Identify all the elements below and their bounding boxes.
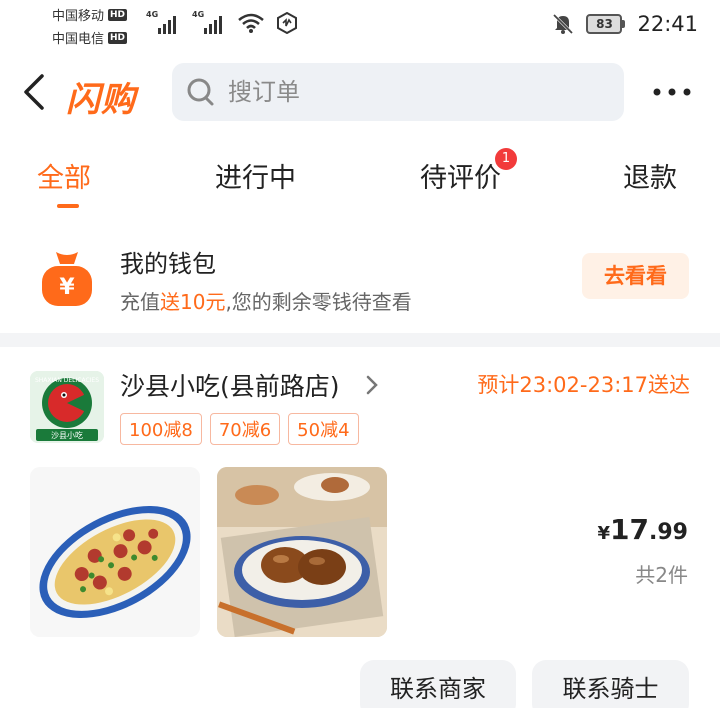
- money-bag-icon: ¥: [42, 252, 92, 306]
- price-currency: ¥: [597, 523, 611, 544]
- battery-level: 83: [586, 14, 623, 34]
- header: 闪购: [0, 60, 720, 124]
- carrier-1: 中国移动 HD: [52, 5, 128, 24]
- wallet-sub-prefix: 充值: [120, 290, 160, 314]
- signal-strength-icon: 4G: [192, 10, 226, 34]
- wallet-subtitle: 充值送10元,您的剩余零钱待查看: [120, 286, 412, 315]
- search-bar[interactable]: [172, 63, 624, 121]
- food-image-braised-egg[interactable]: [217, 467, 387, 637]
- coupon-tag: 50减4: [288, 413, 359, 445]
- order-card[interactable]: SHAXIAN DELICACIES 沙县小吃 沙县小吃(县前路店) 预计23:…: [0, 347, 720, 708]
- bell-muted-icon: [553, 13, 574, 35]
- wallet-sub-suffix: ,您的剩余零钱待查看: [225, 290, 412, 314]
- coupon-tag: 100减8: [120, 413, 202, 445]
- search-icon: [187, 78, 214, 106]
- tab-to-review[interactable]: 待评价: [420, 156, 501, 195]
- wifi-icon: [238, 13, 264, 33]
- battery-icon: 83: [586, 14, 626, 34]
- wallet-view-button[interactable]: 去看看: [582, 253, 689, 299]
- more-icon[interactable]: [650, 80, 694, 104]
- carrier-1-name: 中国移动: [52, 9, 105, 24]
- hd-badge: HD: [108, 8, 128, 21]
- network-type-label: 4G: [192, 10, 205, 19]
- coupon-tag: 70减6: [209, 413, 281, 445]
- app-logo: 闪购: [66, 80, 136, 120]
- wallet-icon-symbol: ¥: [59, 275, 75, 300]
- shop-logo-arc-text: SHAXIAN DELICACIES: [35, 377, 99, 384]
- order-price: ¥17.99: [598, 513, 688, 546]
- price-integer: 17: [610, 513, 650, 546]
- to-review-badge: 1: [495, 148, 517, 170]
- tab-in-progress[interactable]: 进行中: [215, 156, 296, 195]
- back-arrow-icon[interactable]: [20, 72, 50, 112]
- wallet-sub-highlight: 送10元: [160, 290, 226, 314]
- wallet-title: 我的钱包: [120, 250, 216, 278]
- network-type-label: 4G: [146, 10, 159, 19]
- section-divider: [0, 333, 720, 347]
- signal-group: 4G 4G: [146, 10, 298, 34]
- food-image-fried-rice[interactable]: [30, 467, 200, 637]
- contact-shop-button[interactable]: 联系商家: [360, 660, 516, 708]
- active-tab-indicator: [57, 204, 79, 208]
- carrier-2-name: 中国电信: [52, 32, 105, 47]
- price-decimal: .99: [649, 520, 688, 545]
- tab-all[interactable]: 全部: [37, 156, 91, 195]
- shop-name[interactable]: 沙县小吃(县前路店): [120, 367, 340, 403]
- shop-logo-text: 沙县小吃: [51, 430, 83, 440]
- nfc-icon: [277, 12, 297, 34]
- status-bar: 中国移动 HD 中国电信 HD 4G 4G 83 22:41: [0, 0, 720, 50]
- contact-rider-button[interactable]: 联系骑士: [532, 660, 689, 708]
- coupon-list: 100减8 70减6 50减4: [120, 413, 359, 445]
- order-tabs: 全部 进行中 待评价 退款: [0, 152, 720, 212]
- delivery-eta: 预计23:02-23:17送达: [477, 373, 690, 397]
- shop-logo: SHAXIAN DELICACIES 沙县小吃: [30, 371, 104, 443]
- carrier-2: 中国电信 HD: [52, 28, 128, 47]
- wallet-banner[interactable]: ¥ 我的钱包 充值送10元,您的剩余零钱待查看 去看看: [0, 232, 720, 326]
- item-count: 共2件: [635, 563, 688, 587]
- chevron-right-icon[interactable]: [364, 373, 380, 397]
- signal-strength-icon: 4G: [146, 10, 180, 34]
- clock: 22:41: [637, 12, 698, 36]
- status-right: 83 22:41: [552, 12, 698, 36]
- tab-refund[interactable]: 退款: [623, 156, 677, 195]
- search-input[interactable]: [228, 78, 608, 106]
- hd-badge: HD: [108, 31, 128, 44]
